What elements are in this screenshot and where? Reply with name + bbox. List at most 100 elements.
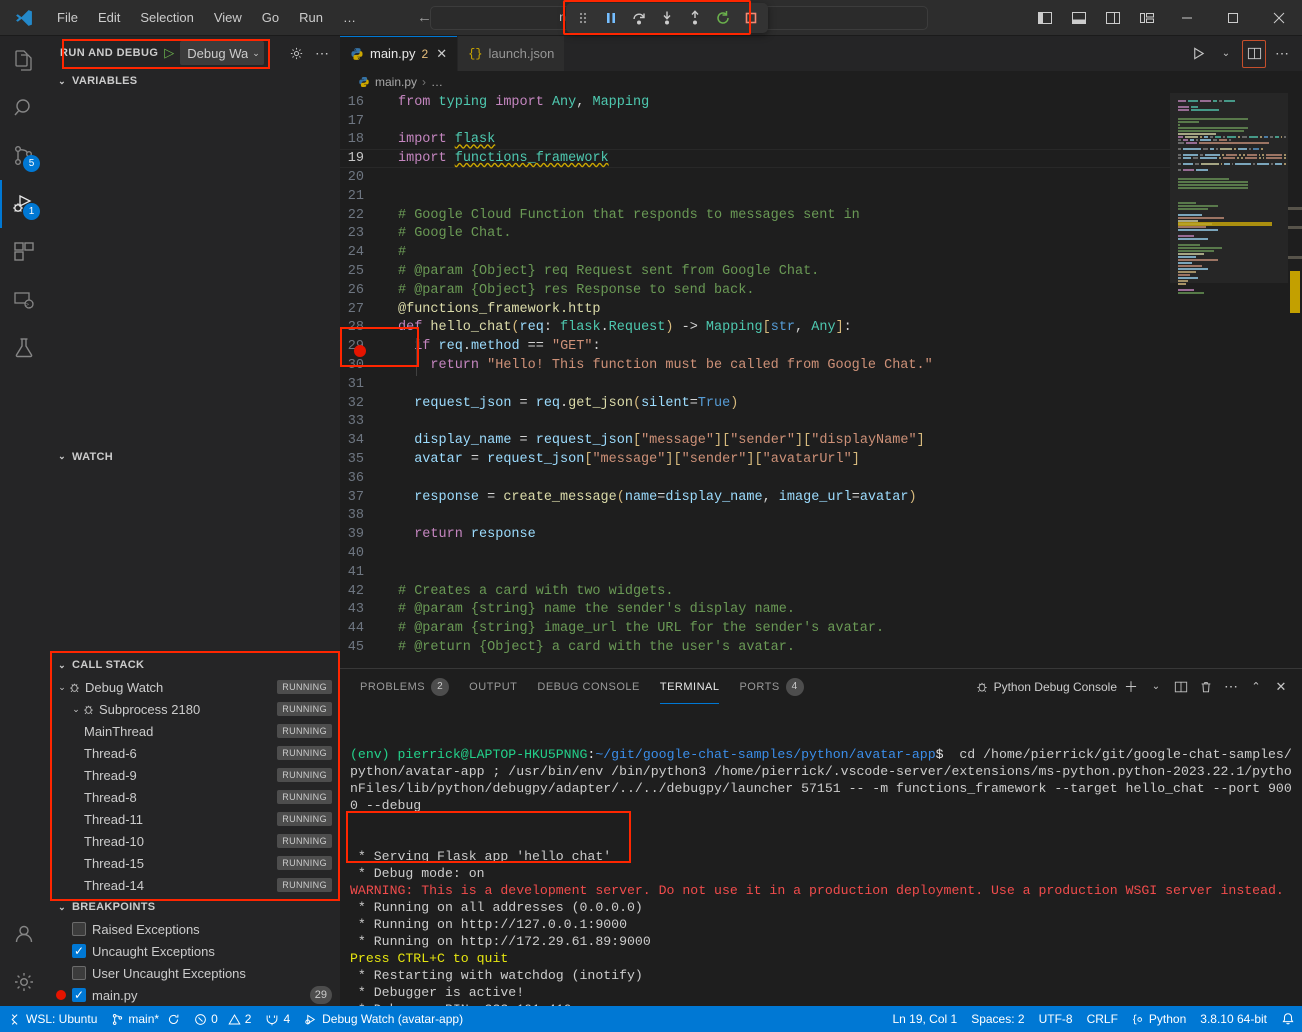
breadcrumb-symbol[interactable]: … bbox=[431, 75, 443, 89]
call-stack-row[interactable]: ⌄Subprocess 2180RUNNING bbox=[48, 698, 340, 720]
section-header-watch[interactable]: ⌄ WATCH bbox=[48, 446, 340, 468]
new-terminal-button[interactable]: ＋ bbox=[1120, 676, 1142, 698]
status-remote-host[interactable]: WSL: Ubuntu bbox=[0, 1006, 104, 1032]
tab-ports[interactable]: PORTS 4 bbox=[729, 669, 813, 704]
tab-output[interactable]: OUTPUT bbox=[459, 669, 527, 704]
call-stack-row[interactable]: Thread-6RUNNING bbox=[48, 742, 340, 764]
menu-bar[interactable]: File Edit Selection View Go Run … bbox=[48, 7, 365, 28]
step-out-button[interactable] bbox=[682, 6, 708, 30]
split-terminal-button[interactable] bbox=[1170, 676, 1192, 698]
editor-scrollbar[interactable] bbox=[1288, 93, 1302, 668]
call-stack-row[interactable]: Thread-11RUNNING bbox=[48, 808, 340, 830]
stop-button[interactable] bbox=[738, 6, 764, 30]
breadcrumb-file[interactable]: main.py bbox=[375, 75, 417, 89]
customize-layout-icon[interactable] bbox=[1130, 0, 1164, 36]
code-line[interactable]: 29 if req.method == "GET": bbox=[340, 337, 1302, 356]
sidebar-item-extensions[interactable] bbox=[0, 228, 48, 276]
code-line[interactable]: 21 bbox=[340, 187, 1302, 206]
accounts-icon[interactable] bbox=[0, 910, 48, 958]
step-into-button[interactable] bbox=[654, 6, 680, 30]
tab-debug-console[interactable]: DEBUG CONSOLE bbox=[527, 669, 649, 704]
section-header-variables[interactable]: ⌄ VARIABLES bbox=[48, 70, 340, 92]
chevron-down-icon[interactable]: ⌄ bbox=[56, 682, 68, 693]
menu-more[interactable]: … bbox=[334, 7, 365, 28]
minimize-button[interactable] bbox=[1164, 0, 1210, 36]
editor-scroll-thumb[interactable] bbox=[1290, 271, 1300, 313]
code-line[interactable]: 24# bbox=[340, 243, 1302, 262]
restart-button[interactable] bbox=[710, 6, 736, 30]
maximize-button[interactable] bbox=[1210, 0, 1256, 36]
toggle-secondary-sidebar-icon[interactable] bbox=[1096, 0, 1130, 36]
editor-more-actions-button[interactable]: ⋯ bbox=[1270, 40, 1294, 68]
breakpoint-dot[interactable] bbox=[354, 345, 366, 357]
menu-view[interactable]: View bbox=[205, 7, 251, 28]
code-line[interactable]: 26# @param {Object} res Response to send… bbox=[340, 281, 1302, 300]
code-line[interactable]: 17 bbox=[340, 112, 1302, 131]
close-icon[interactable]: ✕ bbox=[436, 46, 447, 62]
panel-more-actions-button[interactable]: ⋯ bbox=[1220, 676, 1242, 698]
code-line[interactable]: 42# Creates a card with two widgets. bbox=[340, 582, 1302, 601]
more-actions-icon[interactable]: ⋯ bbox=[312, 43, 332, 63]
breakpoint-row[interactable]: Uncaught Exceptions bbox=[48, 940, 340, 962]
maximize-panel-button[interactable]: ⌃ bbox=[1245, 676, 1267, 698]
status-debug-session[interactable]: Debug Watch (avatar-app) bbox=[297, 1006, 470, 1032]
breakpoint-checkbox[interactable] bbox=[72, 988, 86, 1002]
sidebar-item-source-control[interactable]: 5 bbox=[0, 132, 48, 180]
call-stack-row[interactable]: ⌄Debug WatchRUNNING bbox=[48, 676, 340, 698]
sync-icon[interactable] bbox=[167, 1013, 180, 1026]
debug-configuration-dropdown[interactable]: Debug Wa ⌄ bbox=[180, 41, 263, 65]
sidebar-item-explorer[interactable] bbox=[0, 36, 48, 84]
code-line[interactable]: 34 display_name = request_json["message"… bbox=[340, 431, 1302, 450]
breakpoint-checkbox[interactable] bbox=[72, 966, 86, 980]
status-ports[interactable]: 4 bbox=[258, 1006, 297, 1032]
start-debugging-button[interactable]: ▷ bbox=[164, 45, 174, 61]
chevron-down-icon[interactable]: ⌄ bbox=[70, 704, 82, 715]
code-line[interactable]: 39 return response bbox=[340, 525, 1302, 544]
code-line[interactable]: 22# Google Cloud Function that responds … bbox=[340, 206, 1302, 225]
code-line[interactable]: 27@functions_framework.http bbox=[340, 300, 1302, 319]
code-line[interactable]: 35 avatar = request_json["message"]["sen… bbox=[340, 450, 1302, 469]
minimap-slider[interactable] bbox=[1170, 93, 1288, 283]
status-language-mode[interactable]: Python bbox=[1125, 1006, 1193, 1032]
terminal-instance-selector[interactable]: Python Debug Console bbox=[975, 680, 1117, 694]
pause-button[interactable] bbox=[598, 6, 624, 30]
minimap[interactable] bbox=[1170, 93, 1288, 668]
code-line[interactable]: 23# Google Chat. bbox=[340, 225, 1302, 244]
code-line[interactable]: 18import flask bbox=[340, 131, 1302, 150]
code-line[interactable]: 33 bbox=[340, 413, 1302, 432]
breakpoint-row[interactable]: main.py29 bbox=[48, 984, 340, 1006]
menu-file[interactable]: File bbox=[48, 7, 87, 28]
code-line[interactable]: 44# @param {string} image_url the URL fo… bbox=[340, 619, 1302, 638]
menu-selection[interactable]: Selection bbox=[131, 7, 202, 28]
code-line[interactable]: 43# @param {string} name the sender's di… bbox=[340, 601, 1302, 620]
code-line[interactable]: 31 bbox=[340, 375, 1302, 394]
sidebar-item-remote-explorer[interactable]: >_ bbox=[0, 276, 48, 324]
call-stack-row[interactable]: Thread-9RUNNING bbox=[48, 764, 340, 786]
gear-icon[interactable] bbox=[286, 43, 306, 63]
breakpoint-row[interactable]: User Uncaught Exceptions bbox=[48, 962, 340, 984]
code-line[interactable]: 19import functions_framework bbox=[340, 149, 1302, 168]
menu-edit[interactable]: Edit bbox=[89, 7, 129, 28]
call-stack-row[interactable]: Thread-8RUNNING bbox=[48, 786, 340, 808]
sidebar-item-search[interactable] bbox=[0, 84, 48, 132]
code-lines[interactable]: 16from typing import Any, Mapping1718imp… bbox=[340, 93, 1302, 657]
tab-main-py[interactable]: main.py 2 ✕ bbox=[340, 36, 458, 71]
call-stack-row[interactable]: Thread-14RUNNING bbox=[48, 874, 340, 896]
breadcrumb[interactable]: main.py › … bbox=[340, 71, 1302, 93]
gear-icon[interactable] bbox=[0, 958, 48, 1006]
close-panel-button[interactable]: ✕ bbox=[1270, 676, 1292, 698]
code-line[interactable]: 38 bbox=[340, 507, 1302, 526]
section-header-breakpoints[interactable]: ⌄ BREAKPOINTS bbox=[48, 896, 340, 918]
code-line[interactable]: 20 bbox=[340, 168, 1302, 187]
code-line[interactable]: 37 response = create_message(name=displa… bbox=[340, 488, 1302, 507]
code-line[interactable]: 41 bbox=[340, 563, 1302, 582]
code-line[interactable]: 32 request_json = req.get_json(silent=Tr… bbox=[340, 394, 1302, 413]
code-line[interactable]: 45# @return {Object} a card with the use… bbox=[340, 638, 1302, 657]
call-stack-row[interactable]: Thread-10RUNNING bbox=[48, 830, 340, 852]
menu-run[interactable]: Run bbox=[290, 7, 332, 28]
status-eol[interactable]: CRLF bbox=[1080, 1006, 1125, 1032]
breakpoint-checkbox[interactable] bbox=[72, 922, 86, 936]
code-line[interactable]: 16from typing import Any, Mapping bbox=[340, 93, 1302, 112]
toggle-panel-icon[interactable] bbox=[1062, 0, 1096, 36]
code-line[interactable]: 40 bbox=[340, 544, 1302, 563]
